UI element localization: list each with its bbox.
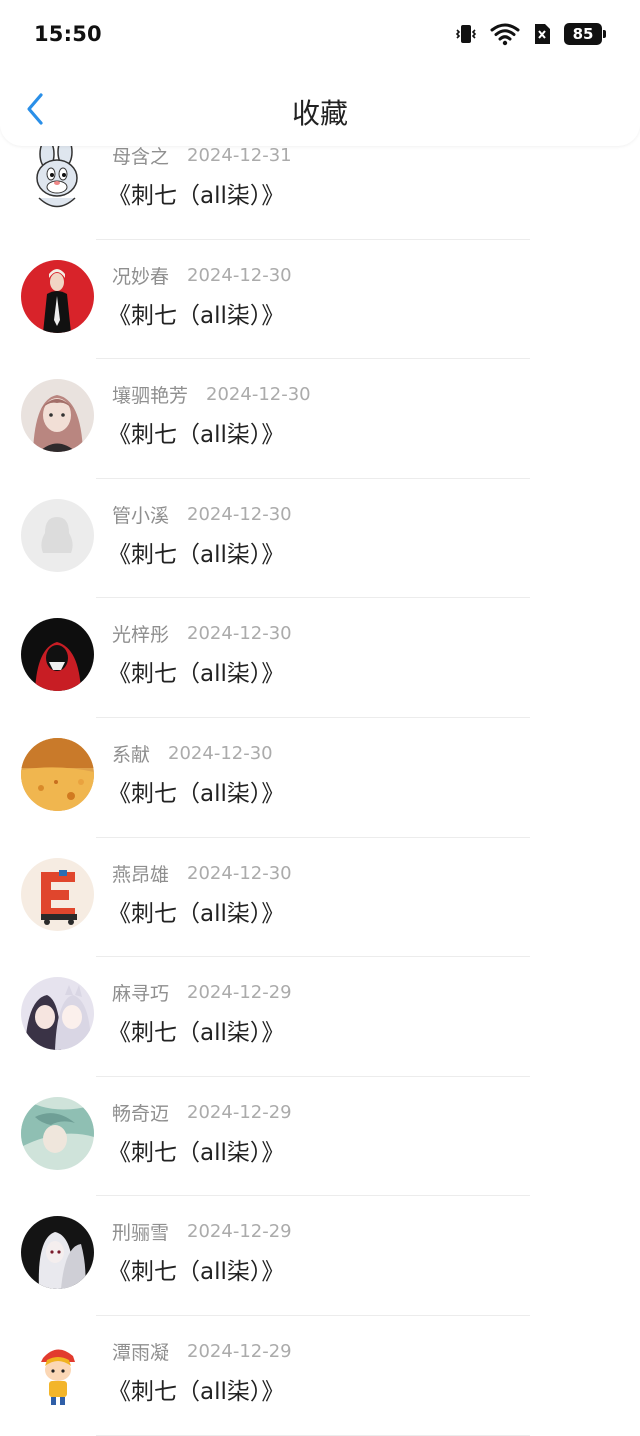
favorite-date: 2024-12-29: [187, 1221, 292, 1243]
favorite-date: 2024-12-30: [187, 623, 292, 645]
avatar[interactable]: [21, 1096, 94, 1170]
favorite-date: 2024-12-29: [187, 1101, 292, 1123]
book-title[interactable]: 《刺七（all柒）》: [108, 296, 284, 330]
list-item[interactable]: 管小溪 2024-12-30 《刺七（all柒）》: [0, 479, 640, 599]
book-title[interactable]: 《刺七（all柒）》: [108, 774, 284, 808]
avatar[interactable]: [21, 498, 94, 572]
item-meta: 潭雨凝 2024-12-29: [112, 1338, 292, 1365]
item-meta: 畅奇迈 2024-12-29: [112, 1099, 292, 1126]
user-name[interactable]: 系献: [112, 740, 150, 767]
item-meta: 况妙春 2024-12-30: [112, 262, 292, 289]
battery-icon: 85: [564, 23, 606, 45]
user-name[interactable]: 麻寻巧: [112, 979, 169, 1006]
favorite-date: 2024-12-30: [168, 742, 273, 764]
book-title[interactable]: 《刺七（all柒）》: [108, 894, 284, 928]
divider: [96, 1434, 530, 1436]
favorite-date: 2024-12-31: [187, 145, 292, 166]
user-name[interactable]: 母含之: [112, 142, 169, 169]
favorite-date: 2024-12-30: [206, 384, 311, 406]
item-meta: 麻寻巧 2024-12-29: [112, 979, 292, 1006]
avatar[interactable]: [21, 1216, 94, 1290]
book-title[interactable]: 《刺七（all柒）》: [108, 1372, 284, 1406]
favorites-list: 母含之 2024-12-31 《刺七（all柒）》 况妙春 2024-12-30 《刺七（…: [0, 140, 640, 1436]
item-meta: 壤驷艳芳 2024-12-30: [112, 381, 311, 408]
avatar[interactable]: [21, 259, 94, 333]
user-name[interactable]: 壤驷艳芳: [112, 381, 188, 408]
item-meta: 刑骊雪 2024-12-29: [112, 1218, 292, 1245]
book-title[interactable]: 《刺七（all柒）》: [108, 415, 284, 449]
wifi-icon: [490, 22, 520, 46]
list-item[interactable]: 光梓彤 2024-12-30 《刺七（all柒）》: [0, 598, 640, 718]
book-title[interactable]: 《刺七（all柒）》: [108, 176, 284, 210]
item-meta: 系献 2024-12-30: [112, 740, 273, 767]
user-name[interactable]: 畅奇迈: [112, 1099, 169, 1126]
user-name[interactable]: 刑骊雪: [112, 1218, 169, 1245]
favorite-date: 2024-12-29: [187, 1340, 292, 1362]
user-name[interactable]: 光梓彤: [112, 620, 169, 647]
user-name[interactable]: 燕昂雄: [112, 860, 169, 887]
page-title: 收藏: [291, 97, 348, 130]
book-title[interactable]: 《刺七（all柒）》: [108, 1252, 284, 1286]
avatar[interactable]: [21, 618, 94, 692]
list-item[interactable]: 燕昂雄 2024-12-30 《刺七（all柒）》: [0, 838, 640, 958]
avatar[interactable]: [21, 140, 94, 213]
list-item[interactable]: 潭雨凝 2024-12-29 《刺七（all柒）》: [0, 1316, 640, 1436]
list-item[interactable]: 系献 2024-12-30 《刺七（all柒）》: [0, 718, 640, 838]
status-icons: 85: [454, 22, 606, 46]
avatar[interactable]: [21, 737, 94, 811]
item-meta: 光梓彤 2024-12-30: [112, 620, 292, 647]
user-name[interactable]: 潭雨凝: [112, 1338, 169, 1365]
avatar[interactable]: [21, 977, 94, 1051]
vibrate-icon: [454, 22, 478, 46]
item-meta: 管小溪 2024-12-30: [112, 501, 292, 528]
favorite-date: 2024-12-29: [187, 982, 292, 1004]
avatar[interactable]: [21, 1335, 94, 1409]
book-title[interactable]: 《刺七（all柒）》: [108, 1013, 284, 1047]
list-item[interactable]: 刑骊雪 2024-12-29 《刺七（all柒）》: [0, 1196, 640, 1316]
list-item[interactable]: 壤驷艳芳 2024-12-30 《刺七（all柒）》: [0, 359, 640, 479]
user-name[interactable]: 管小溪: [112, 501, 169, 528]
list-item[interactable]: 况妙春 2024-12-30 《刺七（all柒）》: [0, 240, 640, 360]
favorite-date: 2024-12-30: [187, 503, 292, 525]
avatar[interactable]: [21, 857, 94, 931]
favorite-date: 2024-12-30: [187, 264, 292, 286]
book-title[interactable]: 《刺七（all柒）》: [108, 535, 284, 569]
status-time: 15:50: [34, 22, 102, 46]
item-meta: 燕昂雄 2024-12-30: [112, 860, 292, 887]
avatar[interactable]: [21, 379, 94, 453]
favorite-date: 2024-12-30: [187, 862, 292, 884]
top-bar: 15:50 85 收藏: [0, 0, 640, 146]
book-title[interactable]: 《刺七（all柒）》: [108, 1133, 284, 1167]
list-item[interactable]: 畅奇迈 2024-12-29 《刺七（all柒）》: [0, 1077, 640, 1197]
book-title[interactable]: 《刺七（all柒）》: [108, 654, 284, 688]
list-item[interactable]: 麻寻巧 2024-12-29 《刺七（all柒）》: [0, 957, 640, 1077]
item-meta: 母含之 2024-12-31: [112, 142, 292, 169]
no-sim-icon: [532, 22, 552, 46]
user-name[interactable]: 况妙春: [112, 262, 169, 289]
